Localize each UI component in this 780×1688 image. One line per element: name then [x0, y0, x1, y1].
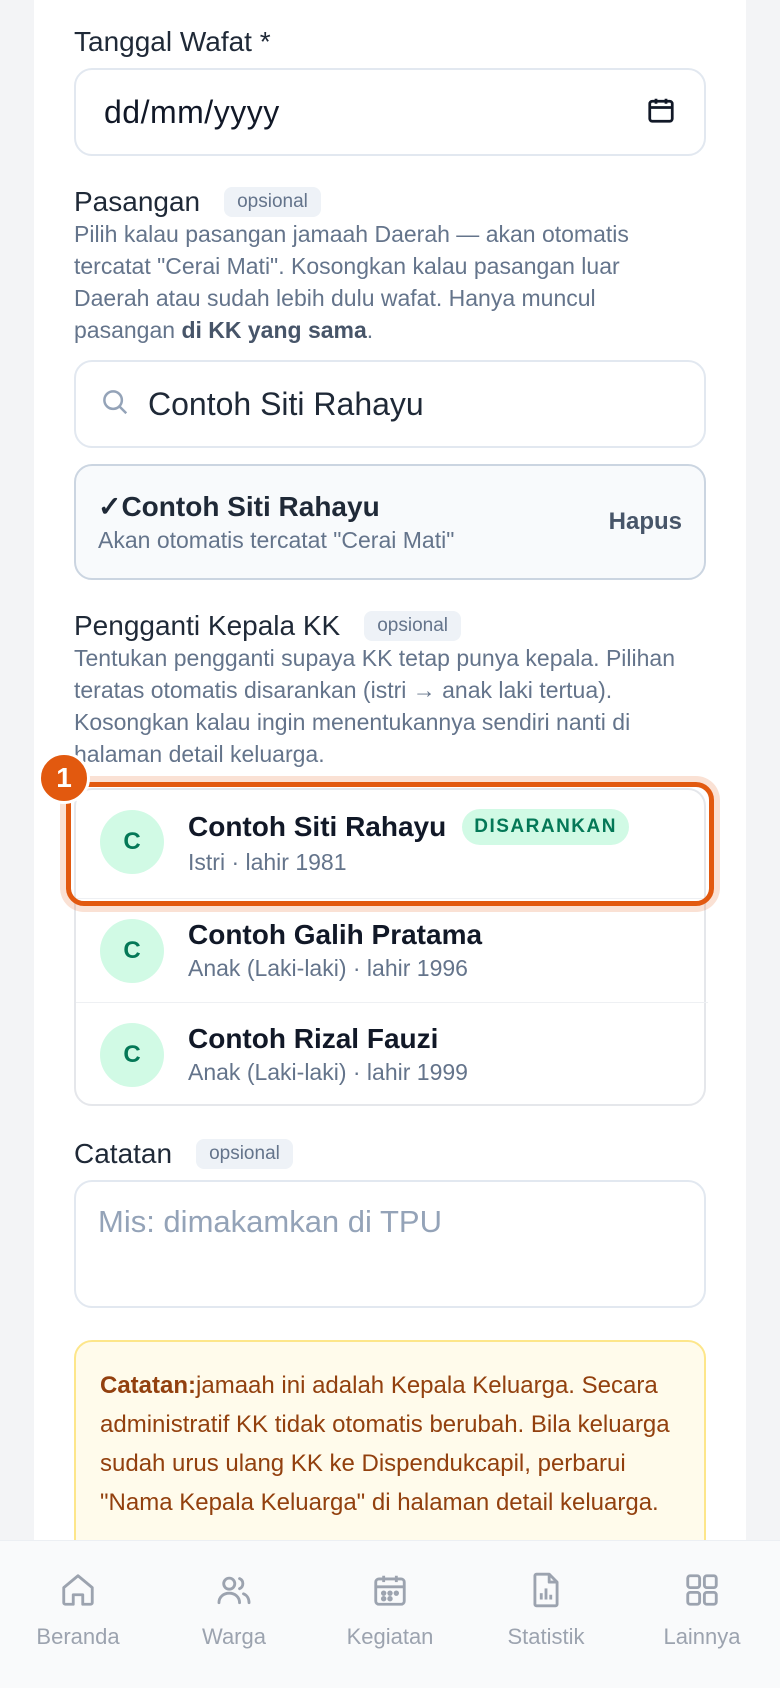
warning-title: Catatan: [100, 1372, 197, 1399]
nav-item-statistik[interactable]: Statistik [468, 1571, 624, 1688]
bottom-nav: Beranda Warga Kegiatan Statistik Lainnya [0, 1540, 780, 1688]
notes-label: Catatan opsional [74, 1138, 293, 1170]
selected-spouse: ✓Contoh Siti Rahayu Akan otomatis tercat… [74, 464, 706, 580]
candidate-detail: Anak (Laki-laki) · lahir 1999 [188, 1059, 468, 1085]
candidate-name: Contoh Rizal Fauzi [188, 1023, 439, 1054]
optional-chip: opsional [364, 611, 461, 641]
notes-placeholder: Mis: dimakamkan di TPU [98, 1204, 442, 1239]
candidate-detail: Anak (Laki-laki) · lahir 1996 [188, 955, 468, 981]
candidate-detail: Istri · lahir 1981 [188, 848, 347, 875]
optional-chip: opsional [196, 1139, 293, 1169]
calendar-icon [371, 1571, 409, 1614]
nav-item-beranda[interactable]: Beranda [0, 1571, 156, 1688]
avatar: C [100, 810, 164, 874]
death-date-value: dd/mm/yyyy [104, 93, 280, 130]
suggested-badge: DISARANKAN [462, 808, 629, 845]
spouse-label: Pasangan opsional [74, 186, 321, 218]
candidate-name: Contoh Galih Pratama [188, 919, 483, 950]
death-date-input[interactable]: dd/mm/yyyy [74, 68, 706, 156]
grid-icon [683, 1571, 721, 1614]
candidate-item[interactable]: C Contoh Galih Pratama Anak (Laki-laki) … [76, 898, 708, 1002]
selected-spouse-name: ✓Contoh Siti Rahayu [98, 491, 380, 522]
avatar: C [100, 1022, 164, 1087]
death-date-label: Tanggal Wafat * [74, 26, 271, 57]
step-badge: 1 [38, 752, 90, 804]
nav-item-warga[interactable]: Warga [156, 1571, 312, 1688]
spouse-search-value: Contoh Siti Rahayu [148, 385, 424, 422]
calendar-icon[interactable] [646, 95, 676, 130]
chart-icon [527, 1571, 565, 1614]
avatar: C [100, 918, 164, 983]
remove-spouse-button[interactable]: Hapus [609, 508, 682, 536]
search-icon [100, 387, 130, 422]
home-icon [59, 1571, 97, 1614]
optional-chip: opsional [224, 187, 321, 217]
replacement-label: Pengganti Kepala KK opsional [74, 610, 461, 642]
users-icon [215, 1571, 253, 1614]
nav-item-kegiatan[interactable]: Kegiatan [312, 1571, 468, 1688]
spouse-search-input[interactable]: Contoh Siti Rahayu [74, 360, 706, 448]
nav-item-lainnya[interactable]: Lainnya [624, 1571, 780, 1688]
candidate-item[interactable]: C Contoh Rizal Fauzi Anak (Laki-laki) · … [76, 1002, 708, 1106]
candidate-item[interactable]: C Contoh Siti Rahayu DISARANKAN Istri · … [76, 790, 708, 894]
notes-textarea[interactable]: Mis: dimakamkan di TPU [74, 1180, 706, 1308]
spouse-description: Pilih kalau pasangan jamaah Daerah — aka… [74, 221, 629, 343]
head-of-family-warning: Catatan:jamaah ini adalah Kepala Keluarg… [74, 1340, 706, 1560]
candidate-list: C Contoh Siti Rahayu DISARANKAN Istri · … [74, 788, 708, 1106]
replacement-description: Tentukan pengganti supaya KK tetap punya… [74, 645, 675, 767]
candidate-name: Contoh Siti Rahayu [188, 810, 447, 842]
selected-spouse-note: Akan otomatis tercatat "Cerai Mati" [98, 527, 455, 553]
